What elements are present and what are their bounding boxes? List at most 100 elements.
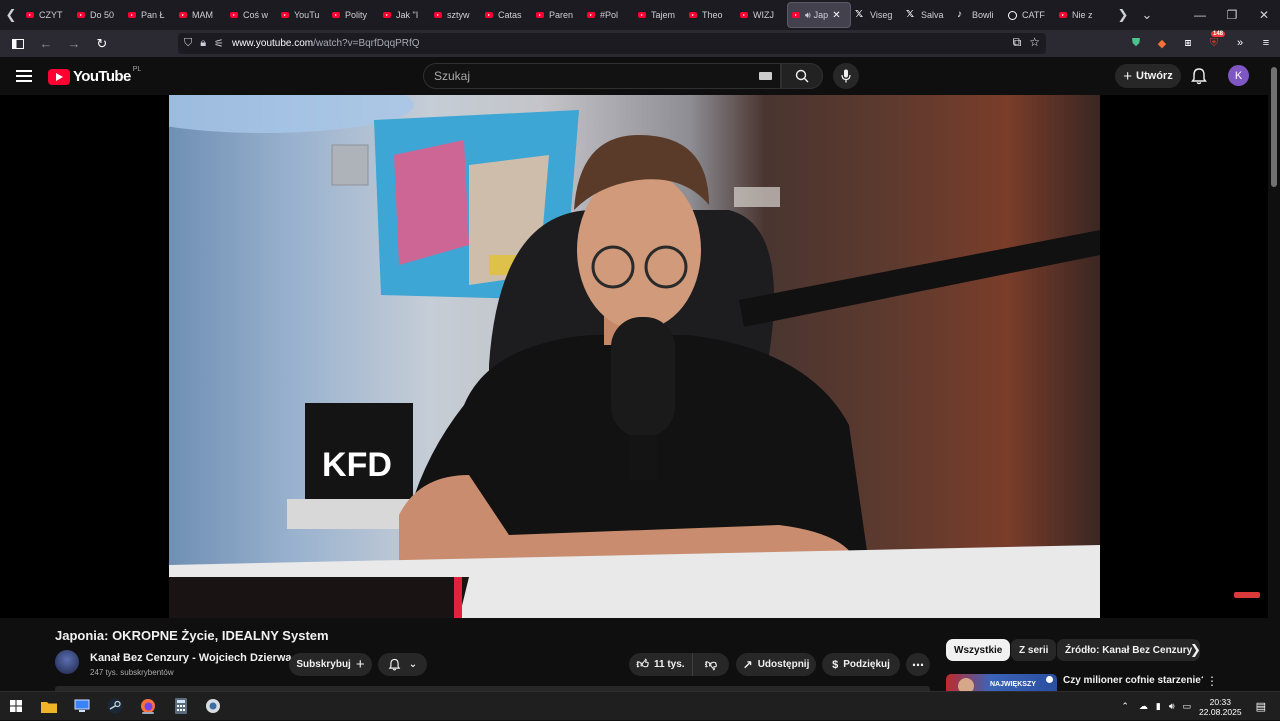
youtube-favicon-icon xyxy=(179,12,187,18)
browser-tab[interactable]: #Pol xyxy=(583,2,634,28)
restore-icon[interactable]: ❐ xyxy=(1216,0,1248,30)
snipping-tool-icon[interactable] xyxy=(203,697,223,715)
youtube-favicon-icon xyxy=(77,12,85,18)
x-logo-icon: 𝕏 xyxy=(855,9,864,20)
browser-tab[interactable]: Coś w xyxy=(226,2,277,28)
browser-tab[interactable]: WIZJ xyxy=(736,2,787,28)
firefox-icon[interactable] xyxy=(138,697,158,715)
reload-icon[interactable]: ↻ xyxy=(90,32,114,56)
network-icon[interactable]: ▭ xyxy=(1183,701,1192,712)
browser-tab[interactable]: Jak "I xyxy=(379,2,430,28)
url-bar[interactable]: ⛉ 🔒︎ ⚟ www.youtube.com/watch?v=BqrfDqqPR… xyxy=(178,33,1046,54)
keyboard-icon[interactable] xyxy=(759,72,772,80)
channel-avatar[interactable] xyxy=(55,650,79,674)
tabs-scroll-left-icon[interactable]: ❮ xyxy=(0,0,22,30)
like-button[interactable]: 👍︎ 11 tys. xyxy=(629,653,692,676)
remote-desktop-icon[interactable] xyxy=(72,697,92,715)
create-button[interactable]: + Utwórz xyxy=(1115,64,1181,88)
youtube-logo[interactable]: YouTube PL xyxy=(48,66,141,85)
extensions-puzzle-icon[interactable]: ⧆ xyxy=(1180,33,1196,53)
chips-next-icon[interactable]: ❯ xyxy=(1190,642,1201,658)
video-frame[interactable]: KFD xyxy=(169,95,1100,618)
browser-tab[interactable]: Tajem xyxy=(634,2,685,28)
video-player[interactable]: KFD xyxy=(0,95,1268,618)
notifications-bell-icon[interactable] xyxy=(1190,67,1208,85)
browser-tab[interactable]: MAM xyxy=(175,2,226,28)
notification-bell-button[interactable]: ⌄ xyxy=(378,653,427,676)
lock-icon[interactable]: 🔒︎ xyxy=(200,37,206,50)
recommended-thumbnail[interactable]: NAJWIĘKSZY xyxy=(946,674,1057,691)
permissions-icon[interactable]: ⚟ xyxy=(214,37,224,50)
windows-start-icon[interactable] xyxy=(6,697,26,715)
usb-icon[interactable]: ▮ xyxy=(1156,701,1161,712)
tab-label: Viseg xyxy=(870,10,893,20)
thanks-button[interactable]: $ Podziękuj xyxy=(822,653,900,676)
tab-audio-icon[interactable]: 🔊︎ xyxy=(805,10,811,21)
search-button[interactable] xyxy=(781,63,823,89)
search-input[interactable]: Szukaj xyxy=(423,63,781,89)
close-tab-icon[interactable]: ✕ xyxy=(832,10,840,21)
file-explorer-icon[interactable] xyxy=(39,697,59,715)
chip-source-channel[interactable]: Źródło: Kanał Bez Cenzury xyxy=(1057,639,1201,661)
more-actions-button[interactable]: ⋯ xyxy=(906,653,930,676)
thanks-label: Podziękuj xyxy=(843,659,890,670)
browser-tab[interactable]: CATF xyxy=(1004,2,1055,28)
browser-tab[interactable]: Do 50 xyxy=(73,2,124,28)
browser-tab[interactable]: Catas xyxy=(481,2,532,28)
forward-icon[interactable]: → xyxy=(62,32,86,56)
browser-tab[interactable]: sztyw xyxy=(430,2,481,28)
browser-tab[interactable]: ♪ Bowli xyxy=(953,2,1004,28)
bookmark-star-icon[interactable]: ☆ xyxy=(1029,35,1040,50)
browser-tab[interactable]: 𝕏 Salva xyxy=(902,2,953,28)
window-controls: — ❐ ✕ xyxy=(1184,0,1280,30)
browser-tab[interactable]: YouTu xyxy=(277,2,328,28)
tab-label: sztyw xyxy=(447,10,470,20)
back-icon[interactable]: ← xyxy=(34,32,58,56)
account-avatar[interactable]: K xyxy=(1228,65,1249,86)
browser-tab[interactable]: Pan Ł xyxy=(124,2,175,28)
close-window-icon[interactable]: ✕ xyxy=(1248,0,1280,30)
subscribe-button[interactable]: Subskrybuj + xyxy=(289,653,372,676)
browser-tab[interactable]: Nie z xyxy=(1055,2,1106,28)
list-all-tabs-icon[interactable]: ⌄ xyxy=(1136,0,1158,30)
youtube-favicon-icon xyxy=(536,12,544,18)
app-menu-icon[interactable]: ≡ xyxy=(1258,33,1274,53)
recommended-video-title[interactable]: Czy milioner cofnie starzenie? - protokó… xyxy=(1063,674,1203,687)
minimize-icon[interactable]: — xyxy=(1184,0,1216,30)
dislike-button[interactable]: 👎︎ xyxy=(692,653,729,676)
volume-icon[interactable]: 🔊︎ xyxy=(1169,701,1175,712)
clock[interactable]: 20:33 22.08.2025 xyxy=(1199,697,1242,717)
tracking-shield-icon[interactable]: ⛉ xyxy=(184,37,192,50)
chip-series[interactable]: Z serii xyxy=(1011,639,1057,661)
voice-search-button[interactable] xyxy=(833,63,859,89)
video-scene: KFD xyxy=(169,95,1100,618)
shield-extension-icon[interactable]: ⛊ xyxy=(1128,33,1144,53)
calculator-icon[interactable] xyxy=(171,697,191,715)
page-scrollbar[interactable] xyxy=(1268,57,1280,691)
onedrive-icon[interactable]: ☁ xyxy=(1139,701,1148,712)
fox-extension-icon[interactable]: ◆ xyxy=(1154,33,1170,53)
browser-tab[interactable]: 𝕏 Viseg xyxy=(851,2,902,28)
channel-name[interactable]: Kanał Bez Cenzury - Wojciech Dzierwa xyxy=(90,652,292,664)
tab-label: WIZJ xyxy=(753,10,774,20)
bell-icon xyxy=(388,658,401,671)
scrollbar-thumb[interactable] xyxy=(1271,67,1277,187)
browser-tab[interactable]: 🔊︎ Jap ✕ xyxy=(787,2,851,28)
tray-overflow-icon[interactable]: ⌃ xyxy=(1121,701,1129,712)
browser-tab[interactable]: Polity xyxy=(328,2,379,28)
kfd-box-text: KFD xyxy=(322,446,392,484)
tabs-scroll-right-icon[interactable]: ❯ xyxy=(1112,0,1134,30)
ublock-icon[interactable]: ⛨ 148 xyxy=(1206,31,1226,53)
recommended-more-icon[interactable]: ⋮ xyxy=(1206,674,1218,688)
browser-tab[interactable]: Paren xyxy=(532,2,583,28)
notifications-icon[interactable]: ▤ xyxy=(1256,700,1266,713)
share-button[interactable]: ↗ Udostępnij xyxy=(736,653,816,676)
picture-in-picture-icon[interactable]: ⧉ xyxy=(1013,35,1022,50)
guide-menu-icon[interactable] xyxy=(16,70,32,82)
chip-all[interactable]: Wszystkie xyxy=(946,639,1011,661)
browser-tab[interactable]: CZYT xyxy=(22,2,73,28)
overflow-chevrons-icon[interactable]: » xyxy=(1232,33,1248,53)
steam-icon[interactable] xyxy=(105,697,125,715)
sidebar-toggle-icon[interactable] xyxy=(6,32,30,56)
browser-tab[interactable]: Theo xyxy=(685,2,736,28)
